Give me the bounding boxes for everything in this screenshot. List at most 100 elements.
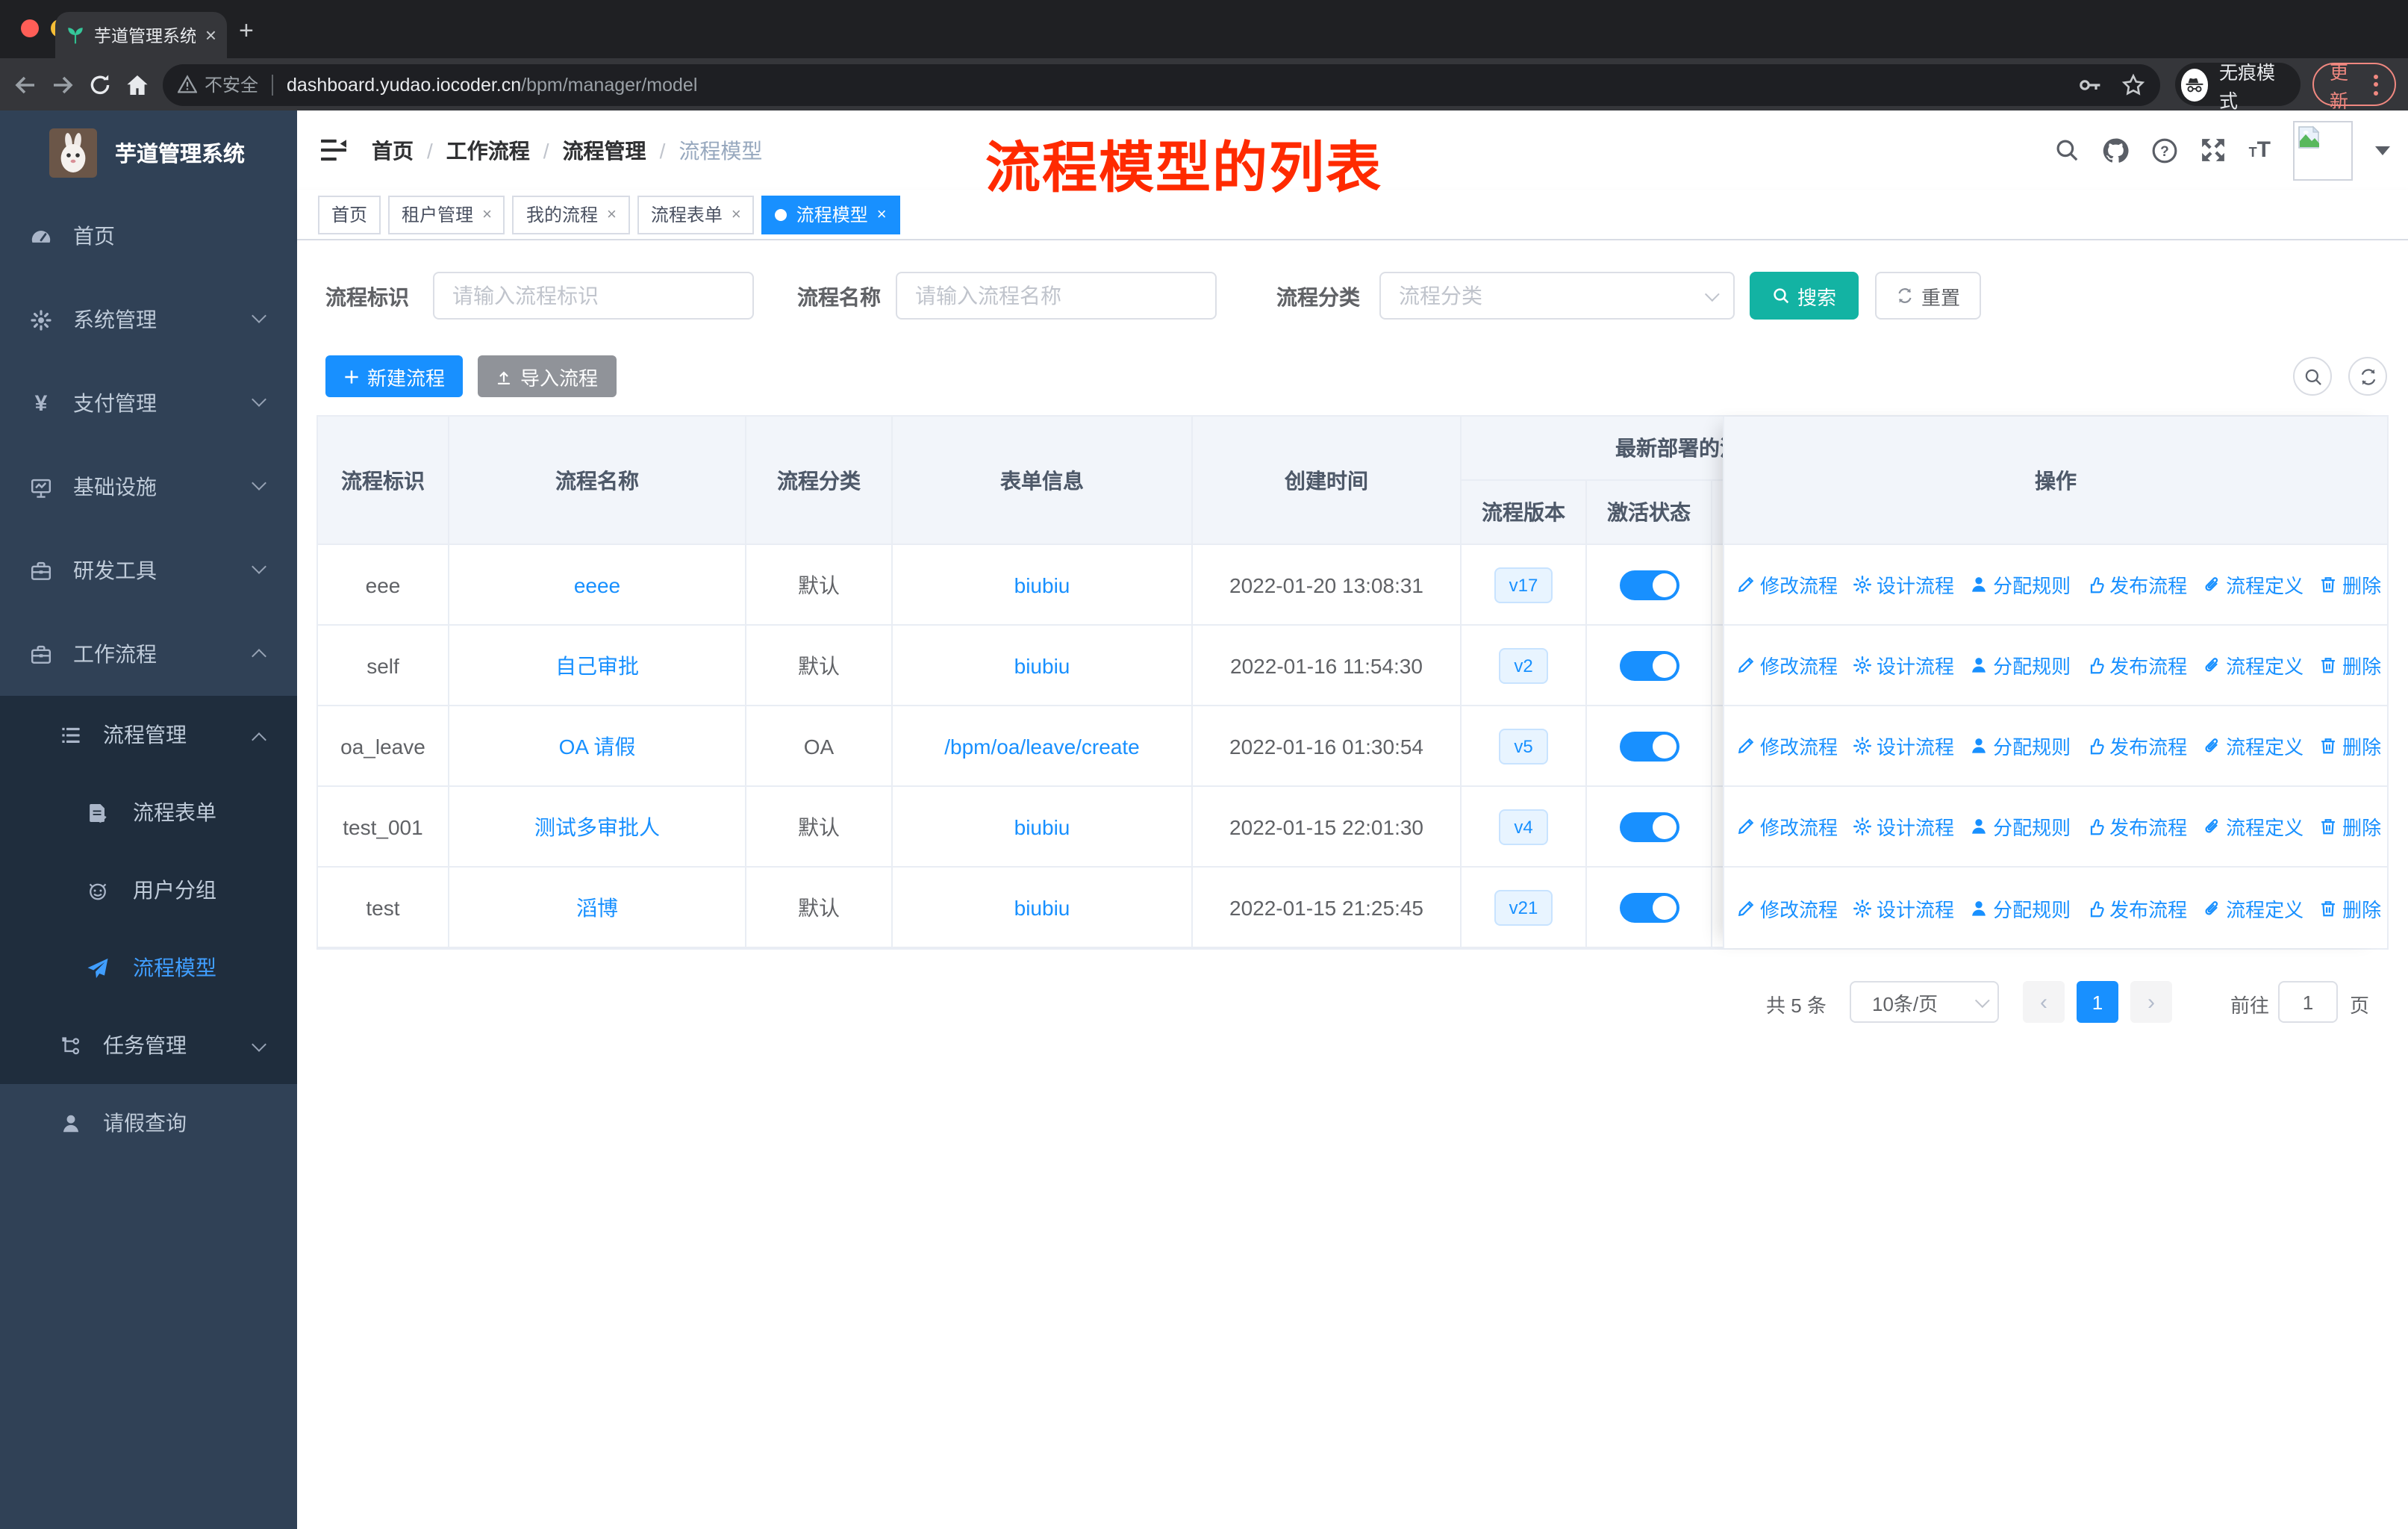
browser-update-button[interactable]: 更新 — [2312, 62, 2396, 111]
edit-model-link[interactable]: 修改流程 — [1736, 732, 1838, 760]
design-model-link[interactable]: 设计流程 — [1853, 894, 1954, 922]
process-definition-link[interactable]: 流程定义 — [2202, 651, 2303, 679]
model-name-link[interactable]: 滔博 — [576, 892, 618, 922]
design-model-link[interactable]: 设计流程 — [1853, 570, 1954, 599]
model-name-link[interactable]: 自己审批 — [555, 650, 639, 680]
model-name-link[interactable]: OA 请假 — [559, 731, 636, 761]
logo[interactable]: 芋道管理系统 — [0, 110, 297, 194]
browser-menu-icon[interactable] — [2374, 74, 2378, 95]
security-label[interactable]: 不安全 — [205, 72, 258, 97]
back-icon[interactable] — [13, 72, 37, 96]
assign-rule-link[interactable]: 分配规则 — [1969, 651, 2071, 679]
model-name-link[interactable]: 测试多审批人 — [534, 812, 660, 841]
form-info-link[interactable]: /bpm/oa/leave/create — [944, 734, 1140, 758]
design-model-link[interactable]: 设计流程 — [1853, 732, 1954, 760]
key-icon[interactable] — [2078, 72, 2102, 96]
font-size-icon[interactable]: TT — [2249, 137, 2271, 163]
process-definition-link[interactable]: 流程定义 — [2202, 570, 2303, 599]
edit-model-link[interactable]: 修改流程 — [1736, 651, 1838, 679]
edit-model-link[interactable]: 修改流程 — [1736, 894, 1838, 922]
process-name-input[interactable] — [896, 272, 1217, 320]
active-toggle[interactable] — [1619, 812, 1679, 841]
edit-model-link[interactable]: 修改流程 — [1736, 570, 1838, 599]
create-process-button[interactable]: 新建流程 — [325, 355, 463, 397]
next-page-button[interactable]: › — [2130, 981, 2172, 1023]
bookmark-star-icon[interactable] — [2121, 72, 2145, 96]
home-icon[interactable] — [125, 72, 149, 96]
breadcrumb-home[interactable]: 首页 — [372, 135, 414, 165]
reset-button[interactable]: 重置 — [1875, 272, 1981, 320]
forward-icon[interactable] — [51, 72, 75, 96]
active-toggle[interactable] — [1619, 731, 1679, 761]
deploy-model-link[interactable]: 发布流程 — [2086, 570, 2187, 599]
hamburger-icon[interactable] — [321, 139, 346, 161]
avatar-caret-icon[interactable] — [2375, 146, 2390, 155]
process-definition-link[interactable]: 流程定义 — [2202, 812, 2303, 841]
tag-tenant-management[interactable]: 租户管理 × — [388, 195, 505, 234]
assign-rule-link[interactable]: 分配规则 — [1969, 894, 2071, 922]
delete-model-link[interactable]: 删除 — [2318, 570, 2381, 599]
tag-process-form[interactable]: 流程表单 × — [637, 195, 755, 234]
github-icon[interactable] — [2103, 137, 2130, 164]
form-info-link[interactable]: biubiu — [1014, 573, 1070, 597]
close-icon[interactable]: × — [877, 205, 887, 223]
process-definition-link[interactable]: 流程定义 — [2202, 732, 2303, 760]
sidebar-item-infrastructure[interactable]: 基础设施 — [0, 445, 297, 529]
refresh-button[interactable] — [2348, 357, 2387, 396]
design-model-link[interactable]: 设计流程 — [1853, 651, 1954, 679]
tab-close-icon[interactable]: × — [205, 24, 216, 46]
form-info-link[interactable]: biubiu — [1014, 653, 1070, 677]
sidebar-item-process-management[interactable]: 流程管理 — [0, 696, 297, 773]
tag-process-model[interactable]: 流程模型 × — [761, 195, 900, 234]
help-icon[interactable]: ? — [2152, 137, 2179, 164]
sidebar-item-home[interactable]: 首页 — [0, 194, 297, 278]
reload-icon[interactable] — [88, 72, 112, 96]
close-icon[interactable]: × — [607, 205, 617, 223]
sidebar-item-process-model[interactable]: 流程模型 — [0, 929, 297, 1006]
active-toggle[interactable] — [1619, 650, 1679, 680]
close-icon[interactable]: × — [482, 205, 492, 223]
tag-home[interactable]: 首页 — [318, 195, 381, 234]
design-model-link[interactable]: 设计流程 — [1853, 812, 1954, 841]
sidebar-item-dev-tools[interactable]: 研发工具 — [0, 529, 297, 612]
show-search-button[interactable] — [2293, 357, 2332, 396]
sidebar-item-system[interactable]: 系统管理 — [0, 278, 297, 361]
process-definition-link[interactable]: 流程定义 — [2202, 894, 2303, 922]
model-name-link[interactable]: eeee — [574, 573, 620, 597]
sidebar-item-process-form[interactable]: 流程表单 — [0, 773, 297, 851]
deploy-model-link[interactable]: 发布流程 — [2086, 812, 2187, 841]
deploy-model-link[interactable]: 发布流程 — [2086, 651, 2187, 679]
assign-rule-link[interactable]: 分配规则 — [1969, 732, 2071, 760]
page-size-select[interactable]: 10条/页 — [1850, 981, 1999, 1023]
import-process-button[interactable]: 导入流程 — [478, 355, 617, 397]
form-info-link[interactable]: biubiu — [1014, 895, 1070, 919]
tag-my-process[interactable]: 我的流程 × — [512, 195, 630, 234]
browser-tab[interactable]: 芋道管理系统 × — [55, 12, 227, 58]
prev-page-button[interactable]: ‹ — [2023, 981, 2065, 1023]
deploy-model-link[interactable]: 发布流程 — [2086, 732, 2187, 760]
breadcrumb-process-management[interactable]: 流程管理 — [563, 135, 646, 165]
sidebar-item-leave-query[interactable]: 请假查询 — [0, 1084, 297, 1162]
close-window-button[interactable] — [21, 19, 39, 37]
delete-model-link[interactable]: 删除 — [2318, 894, 2381, 922]
fullscreen-icon[interactable] — [2201, 137, 2227, 163]
active-toggle[interactable] — [1619, 570, 1679, 600]
process-id-input[interactable] — [433, 272, 754, 320]
search-icon[interactable] — [2055, 137, 2080, 163]
delete-model-link[interactable]: 删除 — [2318, 732, 2381, 760]
assign-rule-link[interactable]: 分配规则 — [1969, 812, 2071, 841]
delete-model-link[interactable]: 删除 — [2318, 812, 2381, 841]
sidebar-item-user-group[interactable]: 用户分组 — [0, 851, 297, 929]
sidebar-item-workflow[interactable]: 工作流程 — [0, 612, 297, 696]
search-button[interactable]: 搜索 — [1750, 272, 1859, 320]
edit-model-link[interactable]: 修改流程 — [1736, 812, 1838, 841]
url-bar[interactable]: 不安全 dashboard.yudao.iocoder.cn/bpm/manag… — [163, 63, 2160, 105]
avatar[interactable] — [2293, 120, 2353, 180]
process-category-select[interactable]: 流程分类 — [1379, 272, 1735, 320]
delete-model-link[interactable]: 删除 — [2318, 651, 2381, 679]
sidebar-item-task-management[interactable]: 任务管理 — [0, 1006, 297, 1084]
page-1-button[interactable]: 1 — [2077, 981, 2118, 1023]
new-tab-button[interactable]: + — [239, 18, 254, 43]
close-icon[interactable]: × — [732, 205, 741, 223]
sidebar-item-payment[interactable]: ¥ 支付管理 — [0, 361, 297, 445]
